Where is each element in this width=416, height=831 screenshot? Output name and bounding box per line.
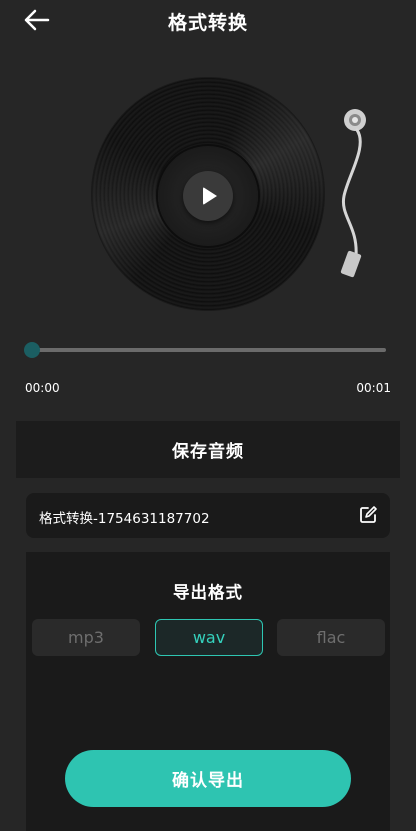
play-icon (203, 187, 217, 205)
progress-track (32, 348, 386, 352)
filename-text: 格式转换-1754631187702 (39, 511, 210, 527)
format-option-flac[interactable]: flac (277, 619, 385, 656)
save-audio-title: 保存音频 (172, 442, 244, 462)
format-option-wav[interactable]: wav (155, 619, 263, 656)
page-title: 格式转换 (167, 12, 248, 34)
progress-knob[interactable] (24, 342, 40, 358)
confirm-export-label: 确认导出 (172, 771, 244, 791)
edit-icon[interactable] (358, 505, 378, 525)
confirm-export-button[interactable]: 确认导出 (65, 750, 351, 807)
current-time: 00:00 (25, 381, 60, 395)
tonearm-icon (340, 109, 366, 278)
export-format-title: 导出格式 (173, 583, 243, 602)
header: 格式转换 (0, 0, 416, 44)
filename-field[interactable]: 格式转换-1754631187702 (26, 493, 390, 538)
format-option-mp3[interactable]: mp3 (32, 619, 140, 656)
progress-slider[interactable] (24, 340, 386, 360)
total-time: 00:01 (356, 381, 391, 395)
vinyl-player (0, 70, 416, 330)
play-button[interactable] (183, 171, 233, 221)
save-audio-header: 保存音频 (16, 421, 400, 478)
